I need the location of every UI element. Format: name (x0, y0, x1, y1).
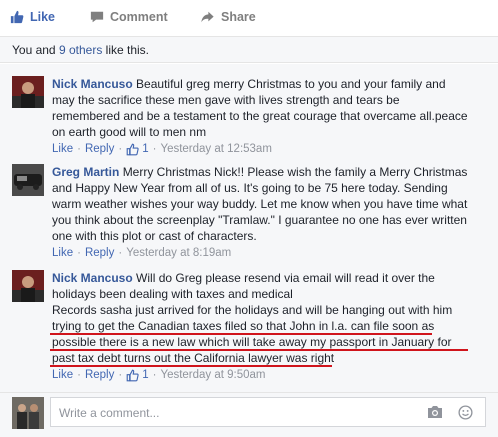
comment-reply-link[interactable]: Reply (85, 245, 114, 261)
comment-text-line: you think about the screenplay "Tramlaw.… (52, 213, 467, 227)
comment-timestamp[interactable]: Yesterday at 12:53am (160, 141, 271, 157)
share-button[interactable]: Share (200, 10, 256, 24)
comment-author[interactable]: Nick Mancuso (52, 77, 133, 91)
comment-text-line: Records sasha just arrived for the holid… (52, 303, 453, 317)
comment-like-count[interactable]: 1 (126, 367, 149, 383)
thumbs-up-icon (126, 143, 139, 155)
comment-text-line-content: past tax debt turns out the California l… (52, 351, 335, 365)
comment-like-link[interactable]: Like (52, 245, 73, 261)
separator-dot: · (118, 143, 123, 155)
avatar (12, 397, 44, 429)
smiley-icon[interactable] (458, 405, 473, 420)
comment-text-line: may the sacrifice these men gave with li… (52, 93, 400, 107)
comment-text-line: Will do Greg please resend via email wil… (136, 271, 435, 285)
separator-dot: · (118, 247, 123, 259)
like-button[interactable]: Like (10, 10, 55, 24)
speech-bubble-icon (90, 11, 104, 23)
separator-dot: · (77, 143, 81, 155)
comment-text-line: trying to get the Canadian taxes filed s… (50, 318, 492, 335)
thumbs-up-icon (126, 369, 139, 381)
comment-body: Nick Mancuso Will do Greg please resend … (50, 270, 492, 383)
avatar[interactable] (12, 164, 44, 196)
like-count-value: 1 (142, 369, 149, 381)
comment-timestamp[interactable]: Yesterday at 9:50am (160, 367, 265, 383)
separator-dot: · (77, 369, 81, 381)
comment-like-link[interactable]: Like (52, 367, 73, 383)
like-button-label: Like (30, 10, 56, 24)
comment-composer: Write a comment... (0, 392, 498, 437)
thumbs-up-icon (10, 10, 24, 24)
comment-text-line: warm weather wishes your way buddy. Let … (52, 197, 468, 211)
comment-body: Nick Mancuso Beautiful greg merry Christ… (52, 76, 492, 157)
share-arrow-icon (201, 11, 214, 23)
comment-reply-link[interactable]: Reply (85, 141, 114, 157)
separator-dot: · (152, 143, 157, 155)
likes-suffix: like this. (102, 43, 149, 57)
red-underline (50, 365, 332, 367)
comment-text-line: remembered and be a testament to the gre… (52, 109, 468, 123)
comment-like-count[interactable]: 1 (126, 141, 149, 157)
likes-others-link[interactable]: 9 others (59, 43, 102, 57)
comment-like-link[interactable]: Like (52, 141, 73, 157)
comment-meta: Like · Reply · Yesterday at 8:19am (52, 245, 492, 261)
comment-author[interactable]: Greg Martin (52, 165, 119, 179)
comment-meta: Like · Reply · 1 · Yesterday at 9:50am (52, 367, 492, 383)
separator-dot: · (152, 369, 157, 381)
separator-dot: · (118, 369, 123, 381)
comment-text-line: one with this plot or cast of characters… (52, 229, 257, 243)
comment-button[interactable]: Comment (90, 10, 168, 24)
comment-text-line: past tax debt turns out the California l… (50, 350, 492, 367)
comment-text-line: holidays been dealing with taxes and med… (52, 287, 293, 301)
comment-input[interactable]: Write a comment... (50, 397, 486, 427)
comment-meta: Like · Reply · 1 · Yesterday at 12:53am (52, 141, 492, 157)
share-button-label: Share (221, 10, 256, 24)
comment-text-line: possible there is a new law which will t… (50, 334, 492, 351)
separator-dot: · (77, 247, 81, 259)
camera-icon[interactable] (427, 405, 443, 419)
likes-prefix: You and (12, 43, 59, 57)
comment-text-line: on earth good will to men nm (52, 125, 207, 139)
comment-text-line: Beautiful greg merry Christmas to you an… (136, 77, 446, 91)
comment-text-line-content: possible there is a new law which will t… (52, 335, 452, 349)
like-count-value: 1 (142, 143, 149, 155)
comment-timestamp[interactable]: Yesterday at 8:19am (126, 245, 231, 261)
comment-text-line: and Happy New Year from all of us. It's … (52, 181, 448, 195)
comment-body: Greg Martin Merry Christmas Nick!! Pleas… (52, 164, 492, 261)
avatar[interactable] (12, 270, 44, 302)
post-action-bar: Like Comment Share (0, 0, 498, 37)
avatar[interactable] (12, 76, 44, 108)
likes-summary: You and 9 others like this. (0, 37, 498, 63)
comment-button-label: Comment (110, 10, 168, 24)
comment-author[interactable]: Nick Mancuso (52, 271, 133, 285)
comment-text-line-content: trying to get the Canadian taxes filed s… (52, 319, 435, 333)
comment-input-placeholder: Write a comment... (59, 406, 160, 420)
comment-text-line: Merry Christmas Nick!! Please wish the f… (122, 165, 468, 179)
comment-reply-link[interactable]: Reply (85, 367, 114, 383)
